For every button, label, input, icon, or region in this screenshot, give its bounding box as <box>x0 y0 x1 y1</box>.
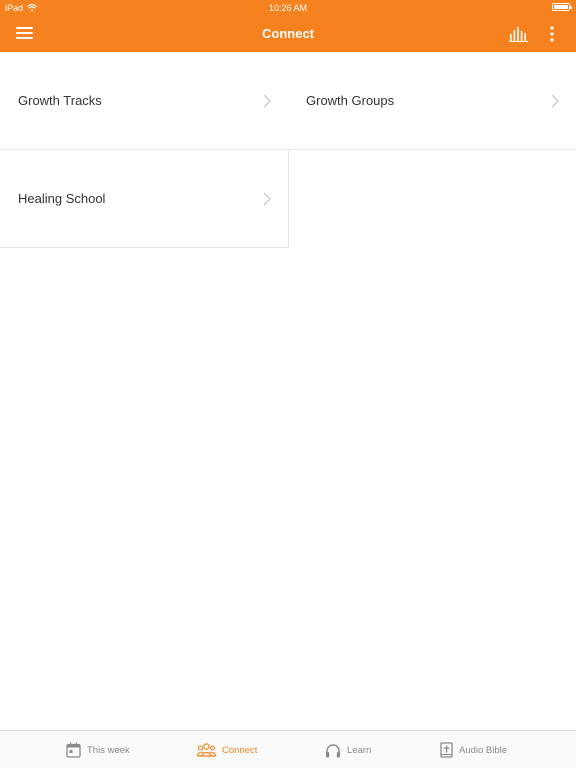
chevron-right-icon <box>263 94 271 108</box>
tab-label: Connect <box>222 744 258 756</box>
calendar-icon <box>66 742 81 758</box>
hamburger-menu-icon <box>16 27 33 39</box>
headphones-icon <box>326 743 340 757</box>
people-icon <box>197 743 216 757</box>
tab-connect[interactable]: Connect <box>197 731 257 768</box>
grid-item-label: Growth Groups <box>306 93 395 108</box>
grid-item-growth-groups[interactable]: Growth Groups <box>288 52 576 150</box>
chevron-right-icon <box>551 94 559 108</box>
tab-label: Audio Bible <box>459 744 508 756</box>
tab-label: Learn <box>347 744 372 756</box>
grid-item-healing-school[interactable]: Healing School <box>0 150 289 248</box>
battery-icon <box>552 3 572 11</box>
status-right <box>552 3 572 11</box>
grid-item-growth-tracks[interactable]: Growth Tracks <box>0 52 289 150</box>
tab-audio-bible[interactable]: Audio Bible <box>440 731 507 768</box>
tab-label: This week <box>87 744 130 756</box>
more-vertical-icon <box>550 26 554 42</box>
grid-item-label: Growth Tracks <box>18 93 102 108</box>
grid-item-label: Healing School <box>18 191 106 206</box>
audio-button[interactable] <box>509 26 529 42</box>
tab-learn[interactable]: Learn <box>325 731 371 768</box>
status-time: 10:26 AM <box>268 3 308 13</box>
menu-button[interactable] <box>16 27 33 41</box>
nav-bar: Connect <box>0 16 576 52</box>
page-title: Connect <box>262 26 314 41</box>
bible-icon <box>440 742 453 758</box>
screen: iPad 10:26 AM Connect Growth Tracks Grow… <box>0 0 576 768</box>
tab-this-week[interactable]: This week <box>66 731 130 768</box>
audio-levels-icon <box>509 27 528 42</box>
more-button[interactable] <box>546 26 558 42</box>
chevron-right-icon <box>263 192 271 206</box>
tab-bar: This week Connect Learn Audio Bible <box>0 730 576 768</box>
status-bar: iPad 10:26 AM <box>0 0 576 16</box>
